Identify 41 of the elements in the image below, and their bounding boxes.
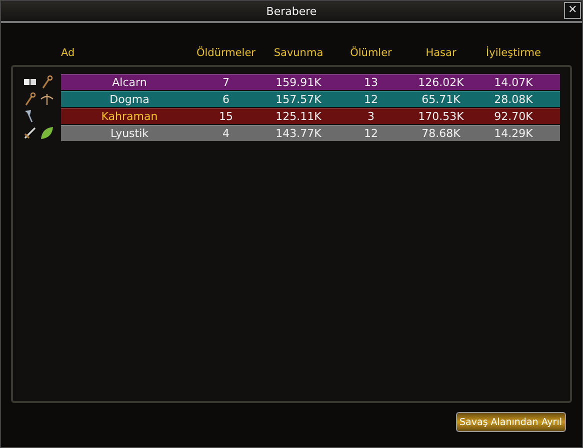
leaf-icon xyxy=(40,126,54,140)
player-row[interactable]: Dogma 6 157.57K 12 65.71K 28.08K xyxy=(61,91,560,107)
table-cell-text: 78.68K xyxy=(420,127,462,140)
column-header[interactable]: Savunma xyxy=(256,47,341,59)
column-header[interactable]: Öldürmeler xyxy=(196,47,256,59)
table-cell-text: 13 xyxy=(363,76,379,89)
close-button[interactable]: ✕ xyxy=(564,2,581,19)
column-header[interactable]: Ölümler xyxy=(341,47,401,59)
table-cell-text: 159.91K xyxy=(274,76,322,89)
sword-icon xyxy=(23,126,37,140)
table-cell-text: 12 xyxy=(363,127,379,140)
table-cell-text: 7 xyxy=(222,76,230,89)
table-cell-text: Alcarn xyxy=(111,76,148,89)
table-cell-text: 3 xyxy=(366,110,376,123)
table-cell-text: 126.02K xyxy=(417,76,465,89)
table-cell-text: 28.08K xyxy=(493,93,534,106)
table-cell-text: 6 xyxy=(222,93,230,106)
bow-icon xyxy=(40,92,54,106)
table-cell-text: 4 xyxy=(222,127,230,140)
table-cell-text: 15 xyxy=(218,110,234,123)
staff-icon xyxy=(23,92,37,106)
table-cell-text: 143.77K xyxy=(274,127,322,140)
table-cell-text: 170.53K xyxy=(417,110,465,123)
column-header[interactable]: Hasar xyxy=(401,47,481,59)
column-header[interactable]: İyileştirme xyxy=(481,47,546,59)
table-cell-text: Lyustik xyxy=(109,127,150,140)
staff-icon xyxy=(40,75,54,89)
table-cell-text: Dogma xyxy=(108,93,150,106)
player-row[interactable]: Lyustik 4 143.77K 12 78.68K 14.29K xyxy=(61,125,560,141)
column-header[interactable]: Ad xyxy=(61,47,196,59)
table-cell-text: 14.29K xyxy=(493,127,534,140)
window-title: Berabere xyxy=(266,4,317,18)
table-cell-text: 157.57K xyxy=(274,93,322,106)
table-cell-text: Kahraman xyxy=(100,110,159,123)
table-cell-text: 92.70K xyxy=(493,110,534,123)
player-row[interactable]: Kahraman 15 125.11K 3 170.53K 92.70K xyxy=(61,108,560,124)
player-row[interactable]: Alcarn 7 159.91K 13 126.02K 14.07K xyxy=(61,74,560,90)
table-cell-text: 12 xyxy=(363,93,379,106)
table-cell-text: 65.71K xyxy=(420,93,462,106)
table-cell-text: 14.07K xyxy=(493,76,534,89)
table-cell-text: 125.11K xyxy=(274,110,322,123)
